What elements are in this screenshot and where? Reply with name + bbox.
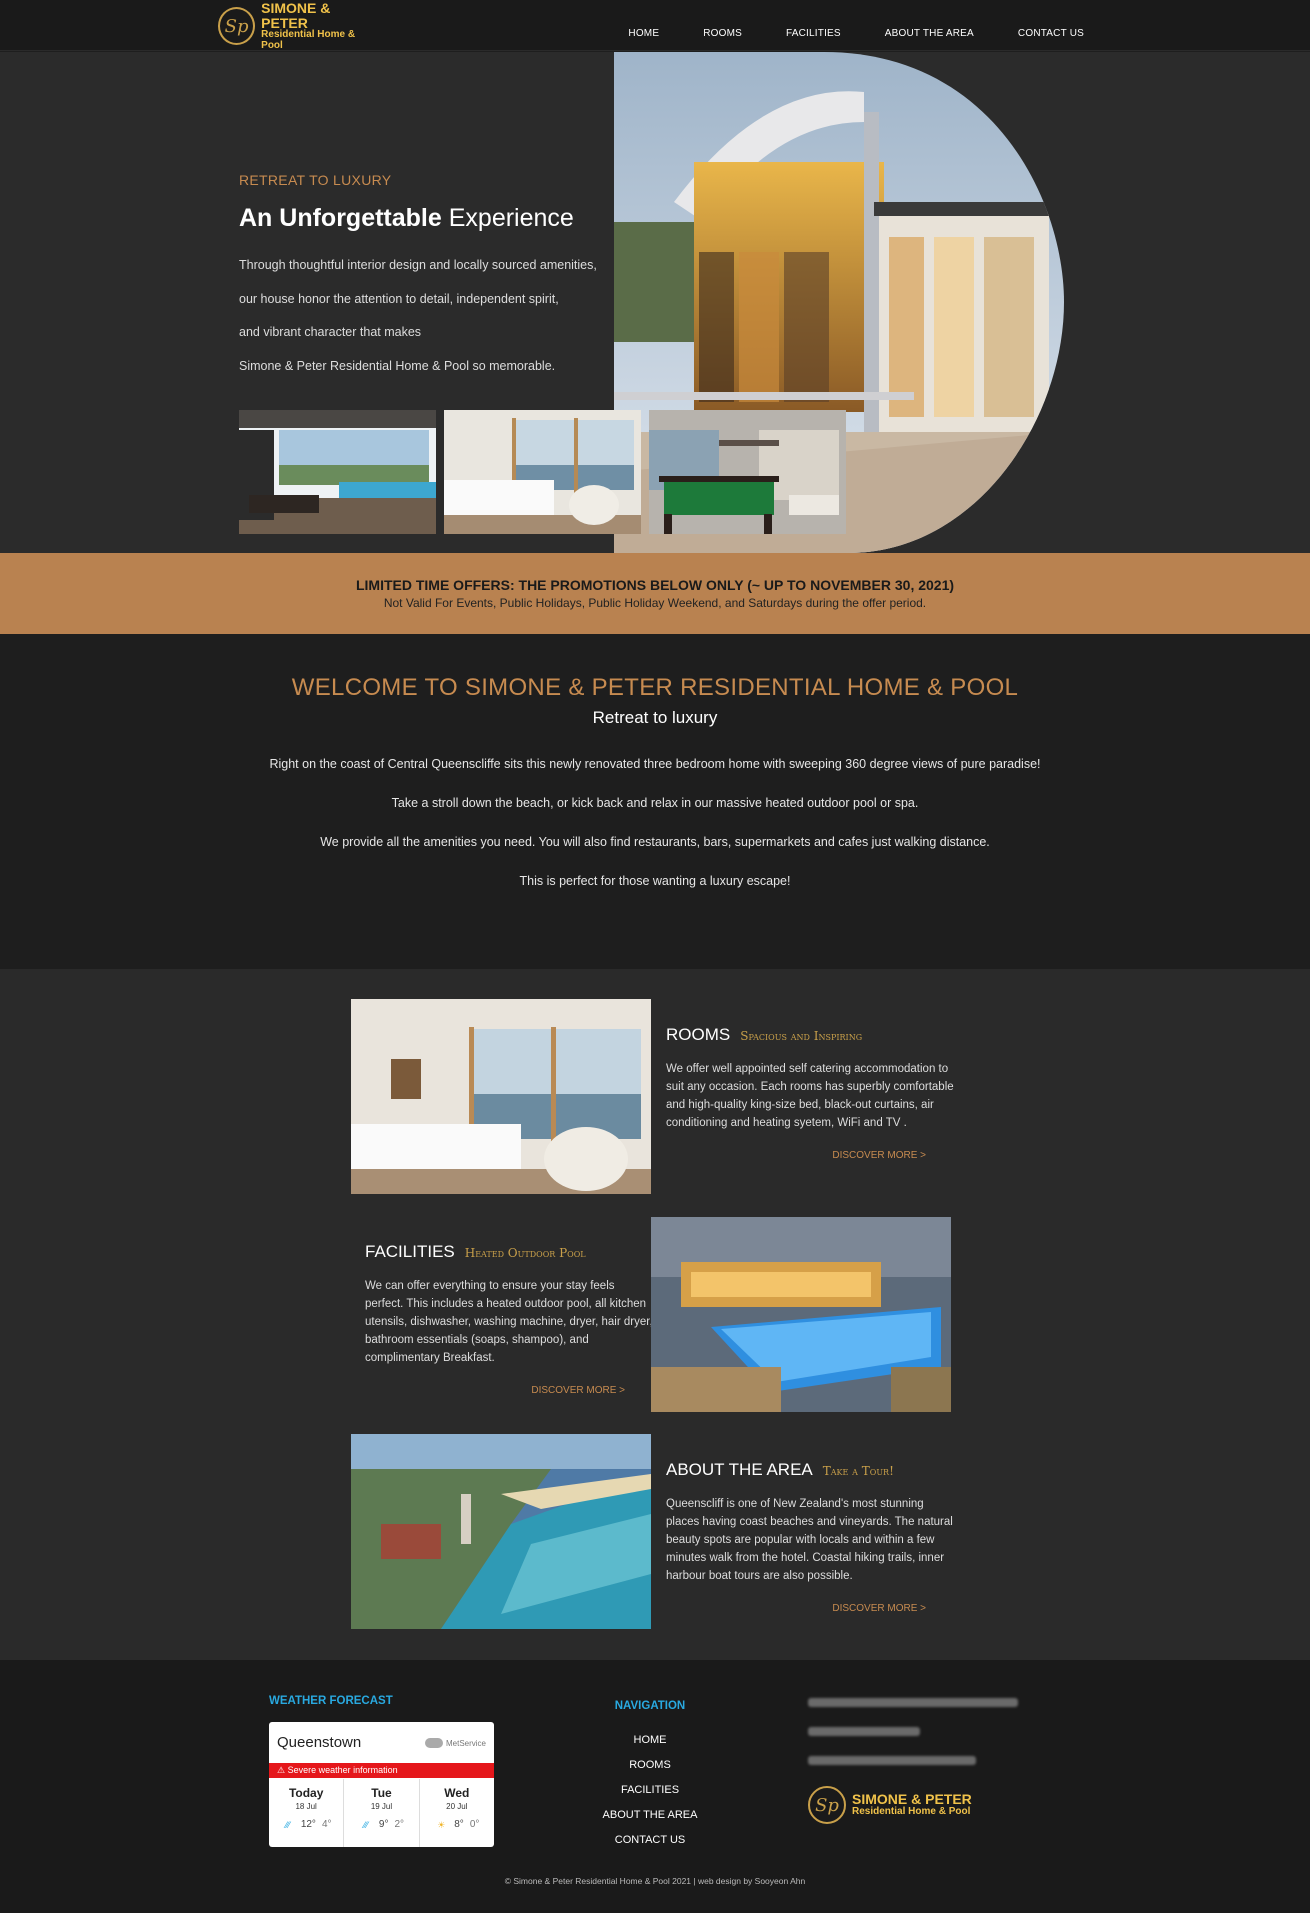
welcome-paragraph: Take a stroll down the beach, or kick ba… <box>391 796 919 810</box>
hero-copy: RETREAT TO LUXURY An Unforgettable Exper… <box>239 172 629 383</box>
about-area-title: ABOUT THE AREA <box>666 1460 813 1479</box>
hero-thumbnails <box>239 410 846 534</box>
hero-title-bold: An Unforgettable <box>239 204 442 232</box>
hero-line: Through thoughtful interior design and l… <box>239 258 597 272</box>
footer-logo-name: SIMONE & PETER <box>852 1791 972 1808</box>
about-area-photo <box>351 1434 651 1629</box>
hero-line: Simone & Peter Residential Home & Pool s… <box>239 358 556 373</box>
welcome-title: WELCOME TO SIMONE & PETER RESIDENTIAL HO… <box>291 674 1019 701</box>
welcome-section: WELCOME TO SIMONE & PETER RESIDENTIAL HO… <box>0 634 1310 969</box>
welcome-subtitle: Retreat to luxury <box>592 708 718 727</box>
rooms-card: ROOMS Spacious and Inspiring We offer we… <box>666 1025 956 1161</box>
facilities-discover-more-link[interactable]: DISCOVER MORE > <box>365 1385 655 1396</box>
forecast-days: Today 18 Jul ⁄⁄⁄ 12° 4° Tue 19 Jul ⁄⁄⁄ 9… <box>269 1779 494 1847</box>
facilities-pool-photo <box>651 1217 951 1412</box>
forecast-day: Wed 20 Jul ☀ 8° 0° <box>420 1779 494 1847</box>
footer-nav-home[interactable]: HOME <box>580 1734 720 1746</box>
footer-nav-contact-us[interactable]: CONTACT US <box>580 1834 720 1846</box>
rooms-description: We offer well appointed self catering ac… <box>666 1063 954 1129</box>
facilities-title: FACILITIES <box>365 1242 455 1261</box>
about-area-subtitle: Take a Tour! <box>822 1464 894 1478</box>
welcome-paragraph: Right on the coast of Central Queensclif… <box>269 757 1041 771</box>
promo-headline: LIMITED TIME OFFERS: THE PROMOTIONS BELO… <box>355 577 955 593</box>
hero-line: our house honor the attention to detail,… <box>239 291 559 306</box>
severe-weather-alert[interactable]: ⚠ Severe weather information <box>269 1763 494 1778</box>
weather-widget[interactable]: Queenstown MetService ⚠ Severe weather i… <box>269 1722 494 1847</box>
hero-eyebrow: RETREAT TO LUXURY <box>239 172 392 188</box>
hero-description: Through thoughtful interior design and l… <box>239 249 629 383</box>
partly-sunny-icon: ☀ <box>437 1819 446 1830</box>
nav-about-the-area[interactable]: ABOUT THE AREA <box>885 28 974 39</box>
forecast-day: Today 18 Jul ⁄⁄⁄ 12° 4° <box>269 1779 345 1847</box>
logo-name: SIMONE & PETER <box>261 0 331 31</box>
footer-navigation: NAVIGATION HOME ROOMS FACILITIES ABOUT T… <box>580 1700 720 1859</box>
promo-banner: LIMITED TIME OFFERS: THE PROMOTIONS BELO… <box>0 553 1310 634</box>
footer-nav-rooms[interactable]: ROOMS <box>580 1759 720 1771</box>
blurred-address <box>808 1698 1018 1707</box>
welcome-paragraph: We provide all the amenities you need. Y… <box>320 835 990 849</box>
hero-line: and vibrant character that makes <box>239 325 422 339</box>
welcome-text: Right on the coast of Central Queensclif… <box>265 752 1045 893</box>
thumbnail-billiards-photo[interactable] <box>649 410 846 534</box>
facilities-subtitle: Heated Outdoor Pool <box>464 1246 586 1260</box>
rooms-title: ROOMS <box>666 1025 731 1044</box>
warning-icon: ⚠ <box>277 1765 288 1775</box>
footer-logo-monogram: Sp <box>808 1786 846 1824</box>
logo-tagline: Residential Home & Pool <box>261 29 356 51</box>
rain-icon: ⁄⁄⁄ <box>285 1819 291 1830</box>
nav-rooms[interactable]: ROOMS <box>703 28 742 39</box>
promo-note: Not Valid For Events, Public Holidays, P… <box>383 596 927 610</box>
metservice-logo: MetService <box>424 1738 486 1748</box>
weather-forecast-heading: WEATHER FORECAST <box>269 1695 393 1707</box>
rooms-subtitle: Spacious and Inspiring <box>740 1029 863 1043</box>
thumbnail-terrace-photo[interactable] <box>239 410 436 534</box>
top-nav-bar: Sp SIMONE & PETER Residential Home & Poo… <box>0 0 1310 51</box>
features-section: ROOMS Spacious and Inspiring We offer we… <box>0 969 1310 1660</box>
rain-icon: ⁄⁄⁄ <box>363 1819 369 1830</box>
brand-logo[interactable]: Sp SIMONE & PETER Residential Home & Poo… <box>218 0 378 50</box>
nav-contact-us[interactable]: CONTACT US <box>1018 28 1084 39</box>
nav-facilities[interactable]: FACILITIES <box>786 28 841 39</box>
nav-home[interactable]: HOME <box>628 28 659 39</box>
main-nav: HOME ROOMS FACILITIES ABOUT THE AREA CON… <box>628 28 1084 39</box>
copyright: © Simone & Peter Residential Home & Pool… <box>504 1876 806 1886</box>
contact-details-blurred <box>808 1698 1018 1785</box>
hero-title-light: Experience <box>448 204 574 232</box>
metservice-icon <box>424 1738 443 1748</box>
blurred-email <box>808 1756 976 1765</box>
about-area-discover-more-link[interactable]: DISCOVER MORE > <box>666 1603 956 1614</box>
blurred-phone <box>808 1727 920 1736</box>
footer-nav-heading: NAVIGATION <box>614 1700 686 1712</box>
footer-logo-tagline: Residential Home & Pool <box>852 1806 971 1818</box>
weather-city: Queenstown <box>277 1734 362 1751</box>
footer-nav-about-the-area[interactable]: ABOUT THE AREA <box>580 1809 720 1821</box>
thumbnail-bedroom-photo[interactable] <box>444 410 641 534</box>
rooms-discover-more-link[interactable]: DISCOVER MORE > <box>666 1150 956 1161</box>
about-area-description: Queenscliff is one of New Zealand's most… <box>666 1498 953 1582</box>
rooms-photo <box>351 999 651 1194</box>
footer-nav-facilities[interactable]: FACILITIES <box>580 1784 720 1796</box>
hero-section: RETREAT TO LUXURY An Unforgettable Exper… <box>0 52 1310 553</box>
forecast-day: Tue 19 Jul ⁄⁄⁄ 9° 2° <box>344 1779 420 1847</box>
footer-logo: Sp SIMONE & PETER Residential Home & Poo… <box>808 1786 972 1824</box>
facilities-card: FACILITIES Heated Outdoor Pool We can of… <box>365 1242 655 1396</box>
logo-monogram: Sp <box>218 7 256 45</box>
hero-title: An Unforgettable Experience <box>239 204 629 233</box>
facilities-description: We can offer everything to ensure your s… <box>365 1280 653 1364</box>
welcome-paragraph: This is perfect for those wanting a luxu… <box>519 874 791 888</box>
about-area-card: ABOUT THE AREA Take a Tour! Queenscliff … <box>666 1460 956 1614</box>
